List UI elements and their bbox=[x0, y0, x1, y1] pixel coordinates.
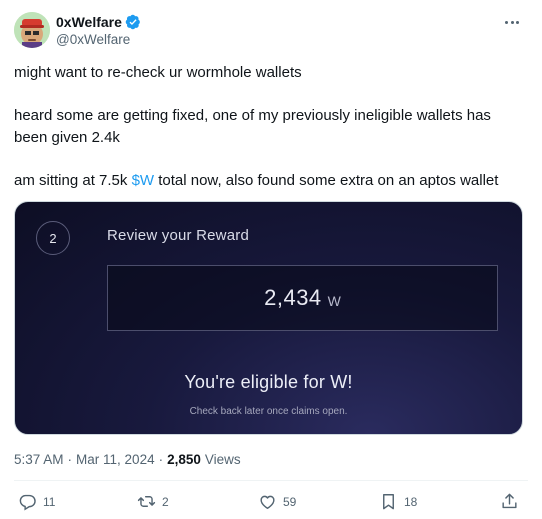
author-names: 0xWelfare @0xWelfare bbox=[56, 13, 141, 47]
reply-button[interactable]: 11 bbox=[18, 492, 55, 511]
step-number: 2 bbox=[36, 221, 70, 255]
tweet-meta: 5:37 AM · Mar 11, 2024 · 2,850 Views bbox=[14, 452, 241, 467]
meta-separator: · bbox=[67, 452, 73, 467]
bookmark-count: 18 bbox=[404, 494, 418, 509]
tweet-date[interactable]: Mar 11, 2024 bbox=[76, 452, 155, 467]
action-bar: 11 2 59 18 bbox=[14, 492, 528, 516]
reply-icon bbox=[19, 494, 36, 511]
bookmark-button[interactable]: 18 bbox=[379, 492, 417, 511]
like-button[interactable]: 59 bbox=[258, 492, 296, 511]
more-dot bbox=[505, 20, 508, 24]
views-label: Views bbox=[204, 452, 241, 467]
verified-badge-icon bbox=[125, 14, 140, 29]
reward-box: 2,434 W bbox=[107, 265, 498, 331]
tweet-text-segment: am sitting at 7.5k bbox=[14, 171, 132, 189]
eligible-heading: You're eligible for W! bbox=[184, 372, 353, 392]
reply-count: 11 bbox=[43, 494, 56, 509]
author-display-name[interactable]: 0xWelfare bbox=[56, 14, 122, 30]
review-title: Review your Reward bbox=[107, 227, 249, 244]
share-icon bbox=[502, 493, 517, 509]
views-count: 2,850 bbox=[167, 452, 201, 467]
media-image[interactable]: 2 Review your Reward 2,434 W You're elig… bbox=[14, 201, 523, 435]
repost-count: 2 bbox=[162, 494, 169, 509]
divider bbox=[14, 480, 528, 481]
repost-icon bbox=[137, 496, 156, 507]
repost-button[interactable]: 2 bbox=[137, 492, 169, 511]
meta-separator: · bbox=[158, 452, 164, 467]
reward-amount: 2,434 bbox=[264, 285, 322, 310]
tweet-line: heard some are getting fixed, one of my … bbox=[14, 107, 491, 146]
bookmark-icon bbox=[383, 494, 394, 510]
more-dot bbox=[516, 20, 519, 24]
like-count: 59 bbox=[283, 494, 297, 509]
tweet-header: 0xWelfare @0xWelfare bbox=[14, 12, 528, 48]
more-dot bbox=[510, 20, 514, 24]
tweet-text-segment: total now, also found some extra on an a… bbox=[154, 171, 499, 189]
tweet-line: am sitting at 7.5k $W total now, also fo… bbox=[14, 170, 528, 192]
more-horizontal-icon[interactable] bbox=[502, 14, 522, 30]
tweet-line: might want to re-check ur wormhole walle… bbox=[14, 64, 302, 81]
share-button[interactable] bbox=[500, 492, 519, 511]
heart-icon bbox=[260, 495, 275, 509]
eligible-subtext: Check back later once claims open. bbox=[189, 406, 348, 417]
reward-unit: W bbox=[327, 293, 341, 309]
tweet-time[interactable]: 5:37 AM bbox=[14, 452, 64, 467]
author-handle[interactable]: @0xWelfare bbox=[56, 32, 141, 47]
cashtag-link[interactable]: $W bbox=[132, 172, 155, 189]
avatar-image bbox=[14, 12, 50, 48]
avatar[interactable] bbox=[14, 12, 50, 48]
display-name-row: 0xWelfare bbox=[56, 13, 141, 30]
tweet-text: might want to re-check ur wormhole walle… bbox=[14, 62, 528, 191]
